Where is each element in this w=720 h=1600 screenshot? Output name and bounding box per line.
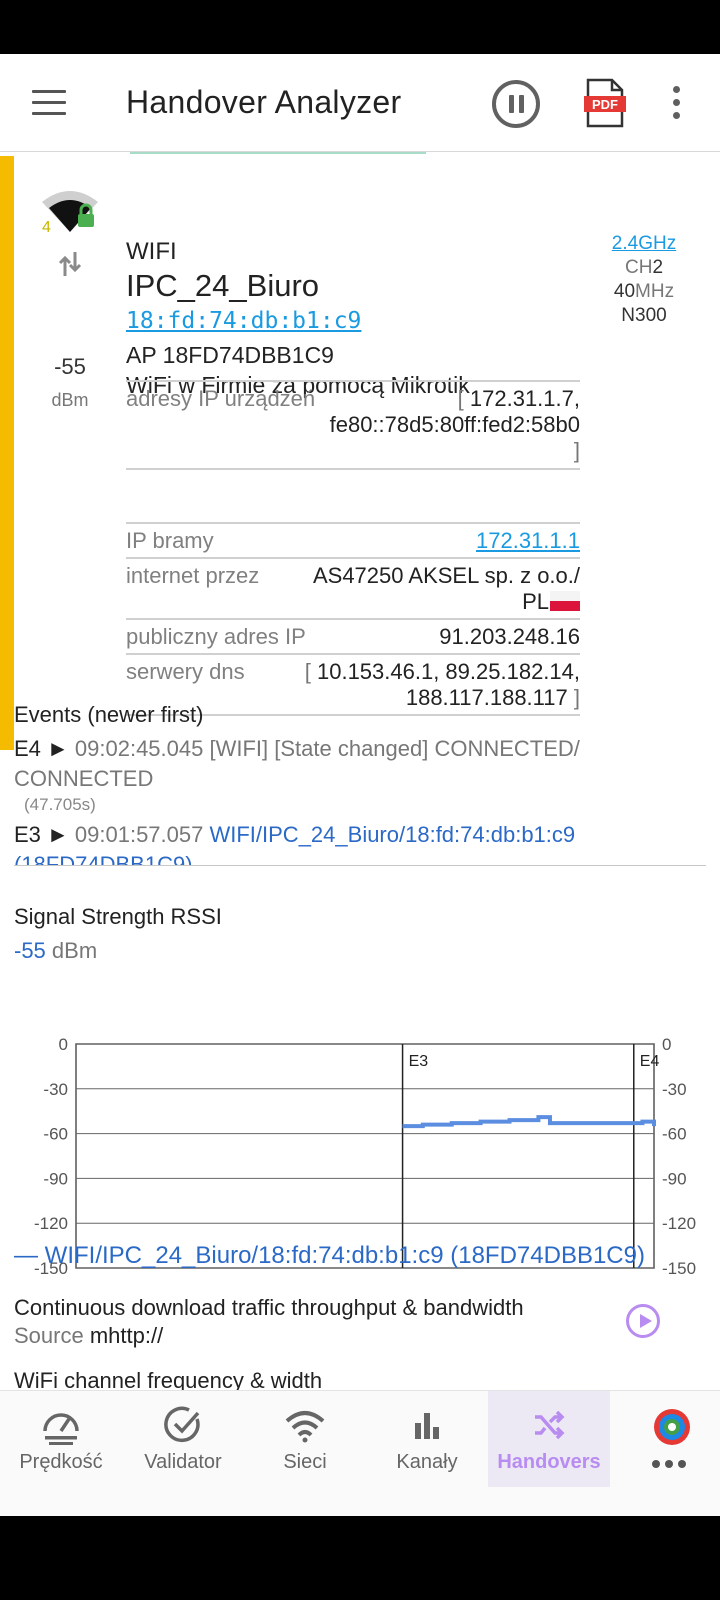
event-item: E3 ► 09:01:57.057 WIFI/IPC_24_Biuro/18:f… [14, 820, 706, 865]
y-tick-label-right: -90 [662, 1169, 687, 1188]
wifi-lock-icon: 4 [42, 191, 98, 236]
bottom-navigation: Prędkość Validator Sieci Kanały Handover… [0, 1390, 720, 1516]
device-ips-value: [ 172.31.1.7, fe80::78d5:80ff:fed2:58b0 ] [329, 386, 580, 463]
wifi-mode: N300 [621, 305, 667, 326]
throughput-title: Continuous download traffic throughput &… [14, 1295, 524, 1320]
public-ip-value: 91.203.248.16 [439, 624, 580, 649]
top-app-bar: Handover Analyzer PDF [0, 54, 720, 152]
device-ips-row: adresy IP urządzeń [ 172.31.1.7, fe80::78… [126, 382, 580, 470]
refresh-indicator [130, 152, 426, 154]
app-logo-icon [654, 1409, 690, 1445]
internet-row: internet przez AS47250 AKSEL sp. z o.o./… [126, 559, 580, 620]
channel-info: CH2 [624, 257, 664, 278]
rssi-unit: dBm [51, 390, 89, 410]
menu-icon[interactable] [32, 90, 66, 116]
active-network-marker [0, 156, 14, 750]
nav-item-channels[interactable]: Kanały [366, 1391, 488, 1487]
y-tick-label-right: -120 [662, 1214, 696, 1233]
device-ips-label: adresy IP urządzeń [126, 386, 316, 411]
throughput-section: Continuous download traffic throughput &… [14, 1294, 614, 1350]
event-item: E4 ► 09:02:45.045 [WIFI] [State changed]… [14, 736, 580, 791]
nav-item-speed[interactable]: Prędkość [0, 1391, 122, 1487]
public-ip-row: publiczny adres IP 91.203.248.16 [126, 620, 580, 655]
y-tick-label-right: 0 [662, 1035, 671, 1054]
signal-current-value: -55 dBm [14, 938, 98, 963]
bar-chart-icon [415, 1413, 439, 1439]
event-marker-label: E3 [409, 1053, 429, 1070]
event-duration: (47.705s) [24, 795, 96, 814]
svg-text:4: 4 [42, 219, 51, 236]
nav-more-button[interactable] [622, 1391, 720, 1487]
event-marker-label: E4 [640, 1053, 660, 1070]
app-screen: Handover Analyzer PDF 4 -55 dBm WIFI IPC… [0, 54, 720, 1516]
throughput-source: Source mhttp:// [14, 1323, 164, 1348]
network-info-table: IP bramy 172.31.1.1 internet przez AS472… [126, 522, 580, 716]
network-bssid-link[interactable]: 18:fd:74:db:b1:c9 [126, 308, 361, 334]
play-icon[interactable] [626, 1304, 660, 1338]
access-point-id: AP 18FD74DBB1C9 [126, 342, 334, 368]
y-tick-label-left: -30 [43, 1080, 68, 1099]
poland-flag-icon [550, 591, 580, 611]
y-tick-label-left: -60 [43, 1125, 68, 1144]
rssi-value: -55 [54, 354, 86, 379]
status-bar [0, 0, 720, 54]
y-tick-label-left: -120 [34, 1214, 68, 1233]
nav-item-networks[interactable]: Sieci [244, 1391, 366, 1487]
pause-icon[interactable] [492, 80, 540, 128]
network-ssid: IPC_24_Biuro [126, 268, 320, 303]
y-tick-label-left: -90 [43, 1169, 68, 1188]
app-title: Handover Analyzer [126, 84, 402, 120]
more-vert-icon[interactable] [672, 86, 682, 120]
signal-chart-title: Signal Strength RSSI [14, 904, 222, 929]
internet-value: AS47250 AKSEL sp. z o.o./PL [312, 563, 580, 614]
svg-text:PDF: PDF [592, 97, 618, 112]
gateway-label: IP bramy [126, 528, 214, 553]
gateway-row: IP bramy 172.31.1.1 [126, 524, 580, 559]
y-tick-label-left: 0 [59, 1035, 68, 1054]
network-card[interactable]: 4 -55 dBm WIFI IPC_24_Biuro 18:fd:74:db:… [0, 156, 720, 750]
events-panel[interactable]: Events (newer first) E4 ► 09:02:45.045 [… [14, 702, 706, 866]
more-dots-icon [652, 1455, 691, 1473]
y-tick-label-right: -150 [662, 1259, 696, 1278]
band-info: 2.4GHz CH2 40MHz N300 [586, 232, 702, 328]
gateway-link[interactable]: 172.31.1.1 [214, 528, 580, 554]
band-link[interactable]: 2.4GHz [586, 232, 702, 256]
system-navigation-bar [0, 1516, 720, 1600]
channel-width: 40MHz [613, 281, 675, 302]
events-title: Events (newer first) [14, 702, 204, 727]
y-tick-label-right: -60 [662, 1125, 687, 1144]
y-tick-label-right: -30 [662, 1080, 687, 1099]
chart-legend[interactable]: — WIFI/IPC_24_Biuro/18:fd:74:db:b1:c9 (1… [14, 1242, 645, 1270]
transfer-arrows-icon [58, 252, 82, 276]
internet-label: internet przez [126, 563, 260, 588]
wifi-icon [285, 1411, 325, 1443]
nav-item-validator[interactable]: Validator [122, 1391, 244, 1487]
pdf-icon[interactable]: PDF [584, 78, 626, 128]
shuffle-icon [535, 1410, 565, 1440]
check-circle-icon [164, 1406, 200, 1443]
nav-item-handovers[interactable]: Handovers [488, 1391, 610, 1487]
speed-gauge-icon [43, 1413, 79, 1445]
chart-plot-area [75, 1043, 655, 1269]
network-type: WIFI [126, 238, 177, 265]
public-ip-label: publiczny adres IP [126, 624, 306, 649]
device-ips-table: adresy IP urządzeń [ 172.31.1.7, fe80::78… [126, 380, 580, 470]
